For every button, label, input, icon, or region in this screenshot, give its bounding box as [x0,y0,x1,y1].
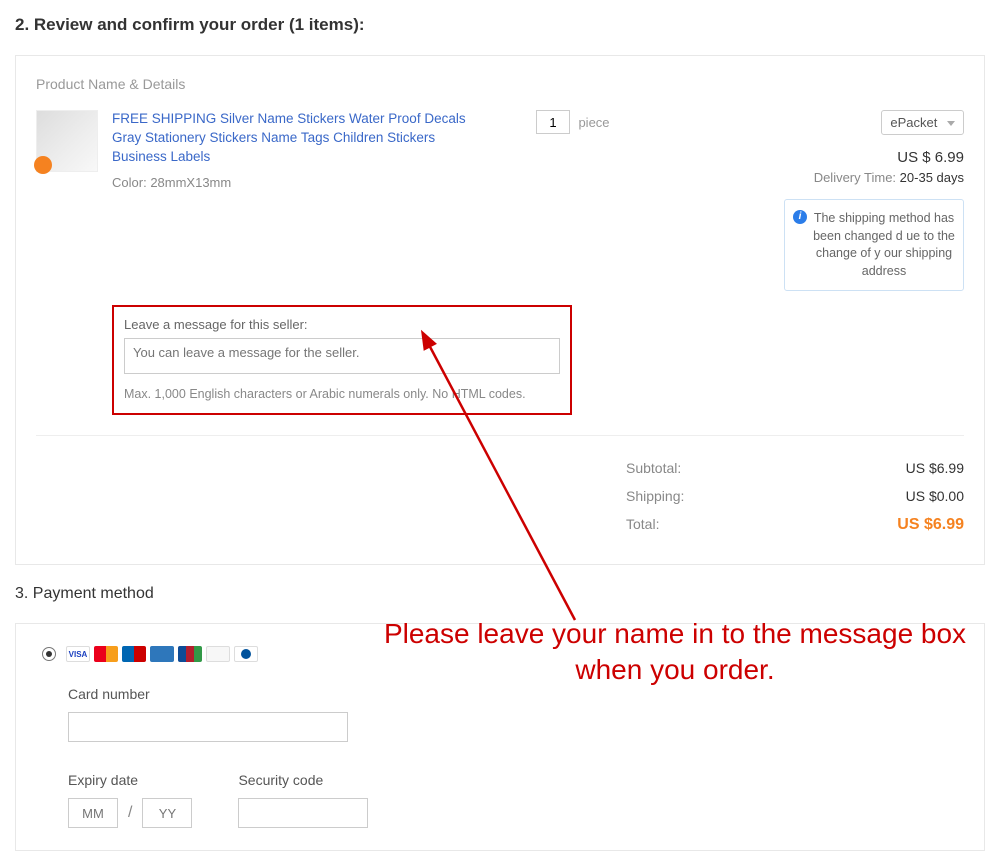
visa-icon: VISA [66,646,90,662]
quantity-unit: piece [578,115,609,130]
subtotal-label: Subtotal: [36,460,906,476]
expiry-month-input[interactable] [68,798,118,828]
subtotal-value: US $6.99 [906,460,964,476]
seller-message-label: Leave a message for this seller: [124,317,560,332]
diners-icon [234,646,258,662]
delivery-value: 20-35 days [900,170,964,185]
color-label: Color: [112,175,147,190]
total-row: Total: US $6.99 [36,510,964,540]
jcb-icon [178,646,202,662]
seller-message-box: Leave a message for this seller: Max. 1,… [112,305,572,415]
quantity-input[interactable] [536,110,570,134]
seller-message-hint: Max. 1,000 English characters or Arabic … [124,387,560,401]
section-3-title: 3. Payment method [15,585,985,603]
total-value: US $6.99 [897,516,964,534]
section-2-title: 2. Review and confirm your order (1 item… [15,15,985,35]
expiry-year-input[interactable] [142,798,192,828]
product-color: Color: 28mmX13mm [112,175,492,190]
order-panel: Product Name & Details FREE SHIPPING Sil… [15,55,985,565]
card-number-label: Card number [68,686,958,702]
color-value: 28mmX13mm [150,175,231,190]
total-label: Total: [36,516,897,534]
shipping-method-value: ePacket [890,115,937,130]
shipping-row: Shipping: US $0.00 [36,482,964,510]
card-brand-icons: VISA [66,646,258,662]
subtotal-row: Subtotal: US $6.99 [36,454,964,482]
order-row: FREE SHIPPING Silver Name Stickers Water… [36,110,964,436]
order-totals: Subtotal: US $6.99 Shipping: US $0.00 To… [36,436,964,540]
shipping-value: US $0.00 [906,488,964,504]
expiry-label: Expiry date [68,772,192,788]
seller-message-textarea[interactable] [124,338,560,374]
delivery-time: Delivery Time: 20-35 days [670,170,964,185]
security-code-input[interactable] [238,798,368,828]
expiry-slash: / [128,804,132,822]
delivery-label: Delivery Time: [814,170,896,185]
product-header: Product Name & Details [36,76,964,92]
amex-icon [150,646,174,662]
product-title-link[interactable]: FREE SHIPPING Silver Name Stickers Water… [112,110,492,167]
radio-selected-icon[interactable] [42,647,56,661]
discover-icon [206,646,230,662]
maestro-icon [122,646,146,662]
product-thumbnail[interactable] [36,110,98,172]
shipping-info-bubble: The shipping method has been changed d u… [784,199,964,291]
chevron-down-icon [947,121,955,126]
security-code-label: Security code [238,772,368,788]
mastercard-icon [94,646,118,662]
card-payment-option[interactable]: VISA [42,646,958,662]
line-item-price: US $ 6.99 [670,149,964,166]
card-number-input[interactable] [68,712,348,742]
payment-panel: VISA Card number Expiry date / [15,623,985,851]
shipping-method-select[interactable]: ePacket [881,110,964,135]
shipping-label: Shipping: [36,488,906,504]
